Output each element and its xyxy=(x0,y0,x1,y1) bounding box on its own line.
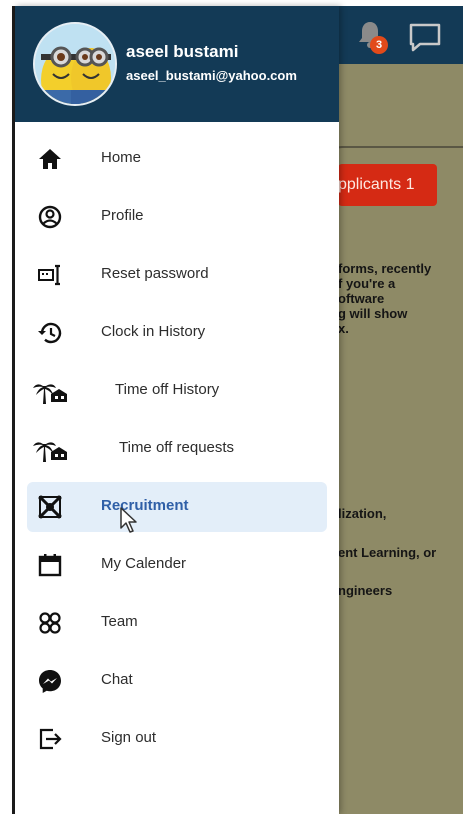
reset-password-icon xyxy=(38,264,60,286)
menu-item-my-calender[interactable]: My Calender xyxy=(27,540,327,590)
menu-item-time-off-requests[interactable]: Time off requests xyxy=(27,424,327,474)
recruitment-icon xyxy=(38,495,62,519)
user-name: aseel bustami xyxy=(126,42,239,61)
chat-bubble-icon[interactable] xyxy=(408,22,442,52)
mouse-cursor-icon xyxy=(120,507,137,533)
menu-item-profile[interactable]: Profile xyxy=(27,192,327,242)
applicants-button[interactable]: pplicants 1 xyxy=(338,164,437,206)
home-icon xyxy=(39,149,61,169)
menu-item-reset-password[interactable]: Reset password xyxy=(27,250,327,300)
minion-avatar-image xyxy=(35,24,115,104)
team-icon xyxy=(39,612,61,634)
menu-item-home[interactable]: Home xyxy=(27,134,327,184)
sign-out-icon xyxy=(39,728,62,750)
menu-item-label: Profile xyxy=(101,207,144,224)
notification-badge: 3 xyxy=(370,36,388,54)
beach-icon xyxy=(33,442,67,462)
menu-item-team[interactable]: Team xyxy=(27,598,327,648)
beach-icon xyxy=(33,384,67,404)
background-text: forms, recently f you're a oftware g wil… xyxy=(338,261,432,336)
menu-item-label: Chat xyxy=(101,671,133,688)
menu-item-label: Recruitment xyxy=(101,497,189,514)
user-email: aseel_bustami@yahoo.com xyxy=(126,68,297,83)
menu-item-label: Team xyxy=(101,613,138,630)
menu-item-label: Clock in History xyxy=(101,323,206,340)
history-icon xyxy=(38,322,62,344)
messenger-icon xyxy=(39,670,61,693)
profile-icon xyxy=(38,205,62,229)
background-text: ent Learning, or xyxy=(338,545,437,560)
menu-item-label: My Calender xyxy=(101,555,187,572)
menu-item-label: Sign out xyxy=(101,729,157,746)
menu-item-label: Time off History xyxy=(115,381,220,398)
menu-item-recruitment[interactable]: Recruitment xyxy=(27,482,327,532)
menu-item-label: Reset password xyxy=(101,265,209,282)
menu-item-time-off-history[interactable]: Time off History xyxy=(27,366,327,416)
background-text: lization, xyxy=(338,506,387,521)
menu-item-chat[interactable]: Chat xyxy=(27,656,327,706)
drawer-header: aseel bustami aseel_bustami@yahoo.com xyxy=(15,6,339,122)
avatar[interactable] xyxy=(33,22,117,106)
calendar-icon xyxy=(38,554,62,577)
menu-item-label: Time off requests xyxy=(119,439,235,456)
background-text: ngineers xyxy=(338,583,393,598)
menu-item-sign-out[interactable]: Sign out xyxy=(27,714,327,764)
navigation-drawer: aseel bustami aseel_bustami@yahoo.com Ho… xyxy=(15,6,339,814)
background-card xyxy=(328,146,463,814)
menu-item-label: Home xyxy=(101,149,142,166)
menu-item-clock-in-history[interactable]: Clock in History xyxy=(27,308,327,358)
